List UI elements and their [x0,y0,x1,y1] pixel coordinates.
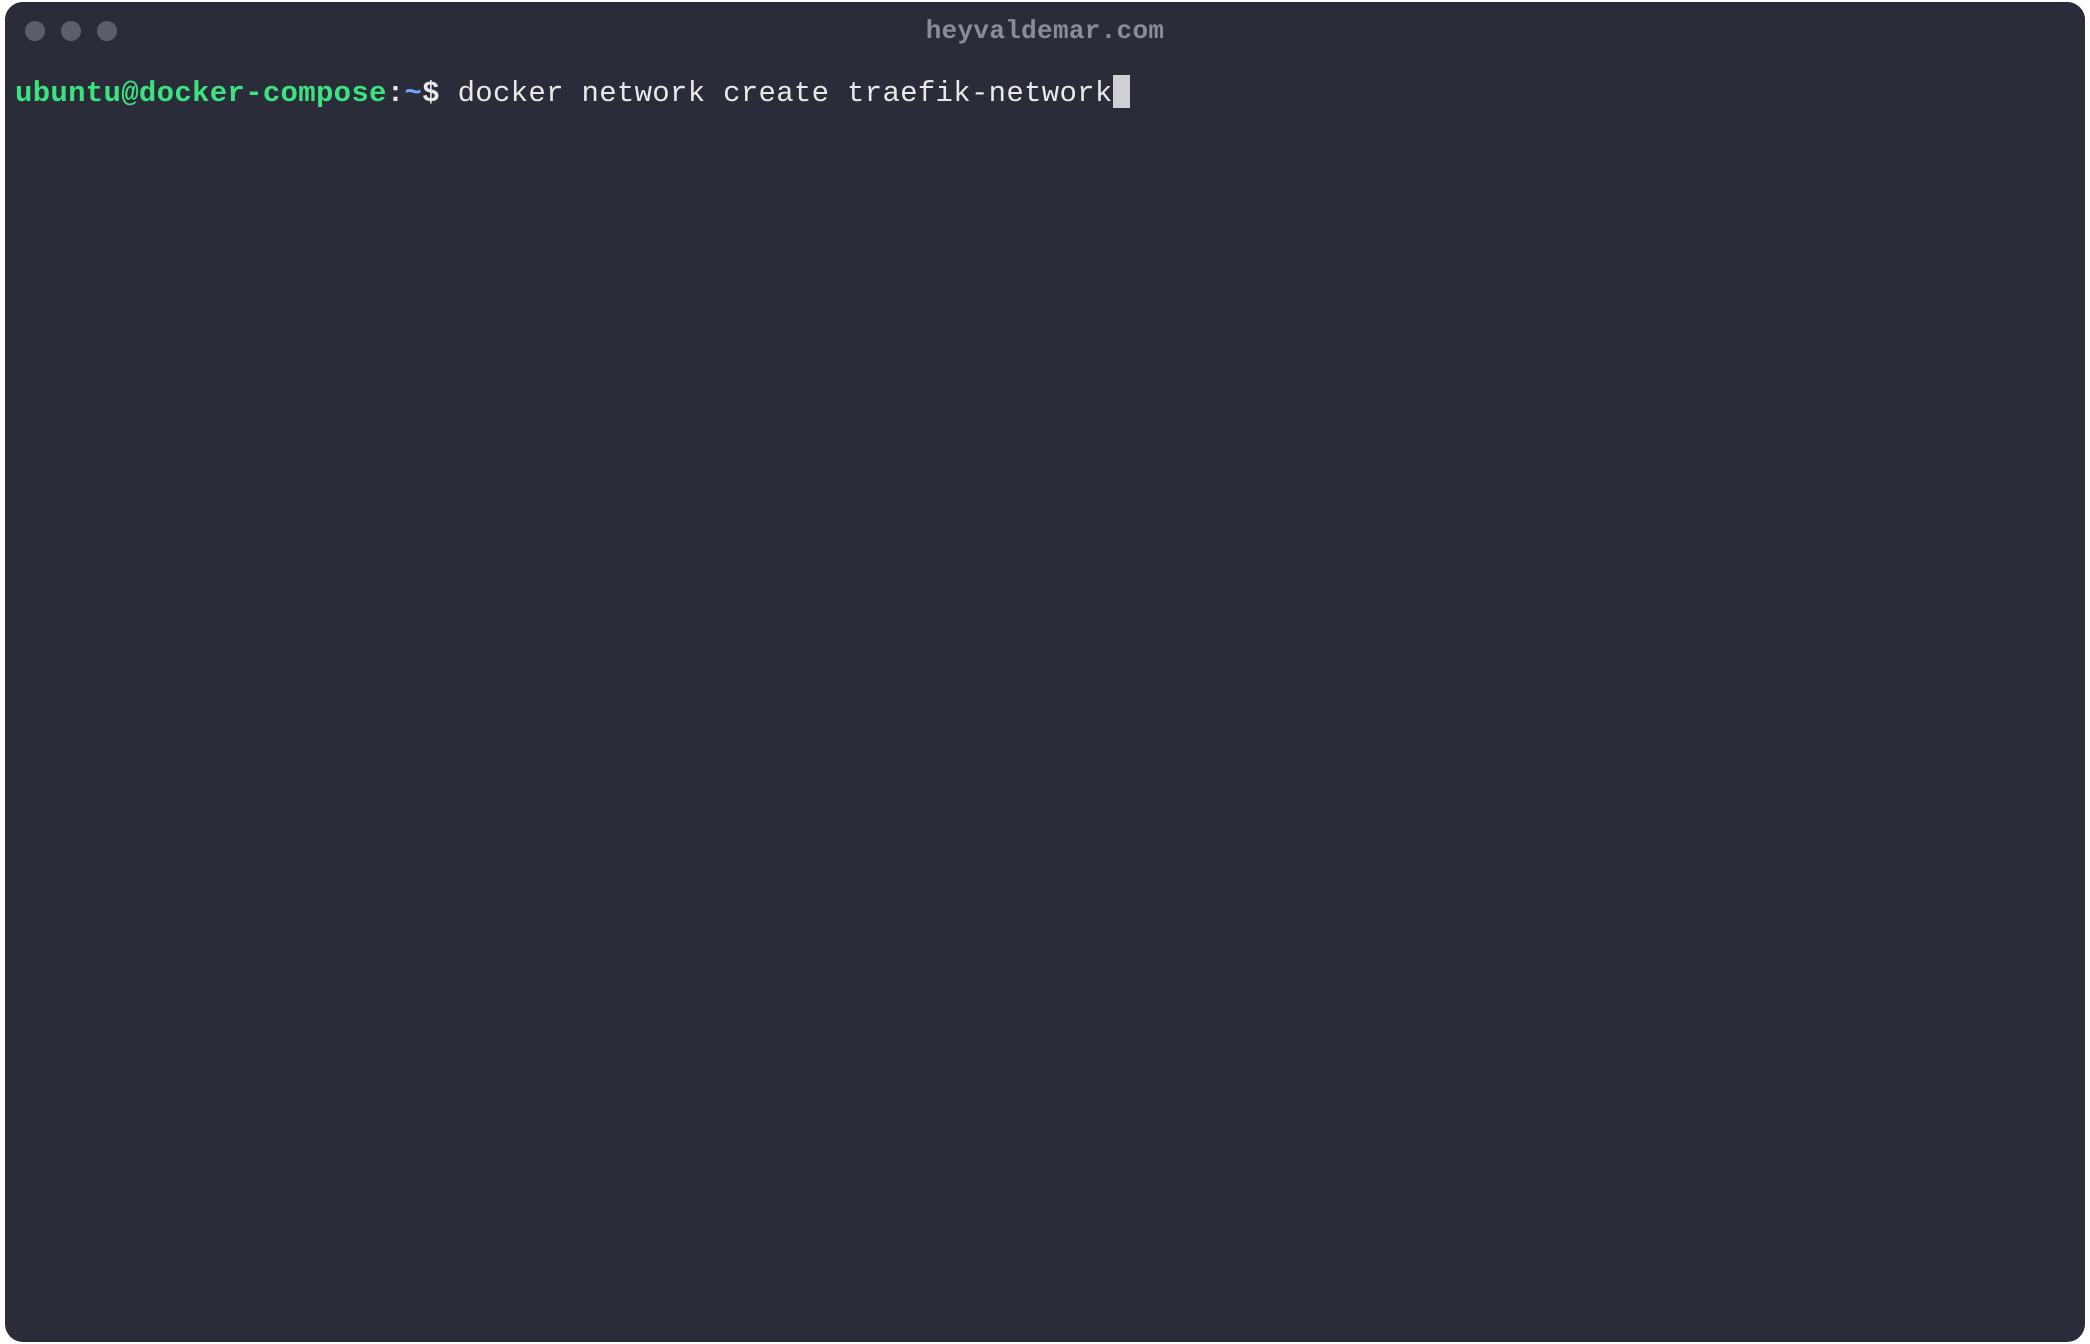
minimize-icon[interactable] [61,21,81,41]
prompt-symbol: $ [422,74,457,113]
terminal-body[interactable]: ubuntu@docker-compose:~$ docker network … [5,60,2085,1342]
close-icon[interactable] [25,21,45,41]
maximize-icon[interactable] [97,21,117,41]
cursor-icon [1113,75,1130,108]
title-bar: heyvaldemar.com [5,2,2085,60]
traffic-lights [25,21,117,41]
prompt-path: ~ [404,74,422,113]
window-title: heyvaldemar.com [926,16,1165,46]
command-text: docker network create traefik-network [458,74,1113,113]
terminal-window: heyvaldemar.com ubuntu@docker-compose:~$… [5,2,2085,1342]
prompt-user-host: ubuntu@docker-compose [15,74,387,113]
prompt-line: ubuntu@docker-compose:~$ docker network … [15,74,2075,113]
prompt-colon: : [387,74,405,113]
